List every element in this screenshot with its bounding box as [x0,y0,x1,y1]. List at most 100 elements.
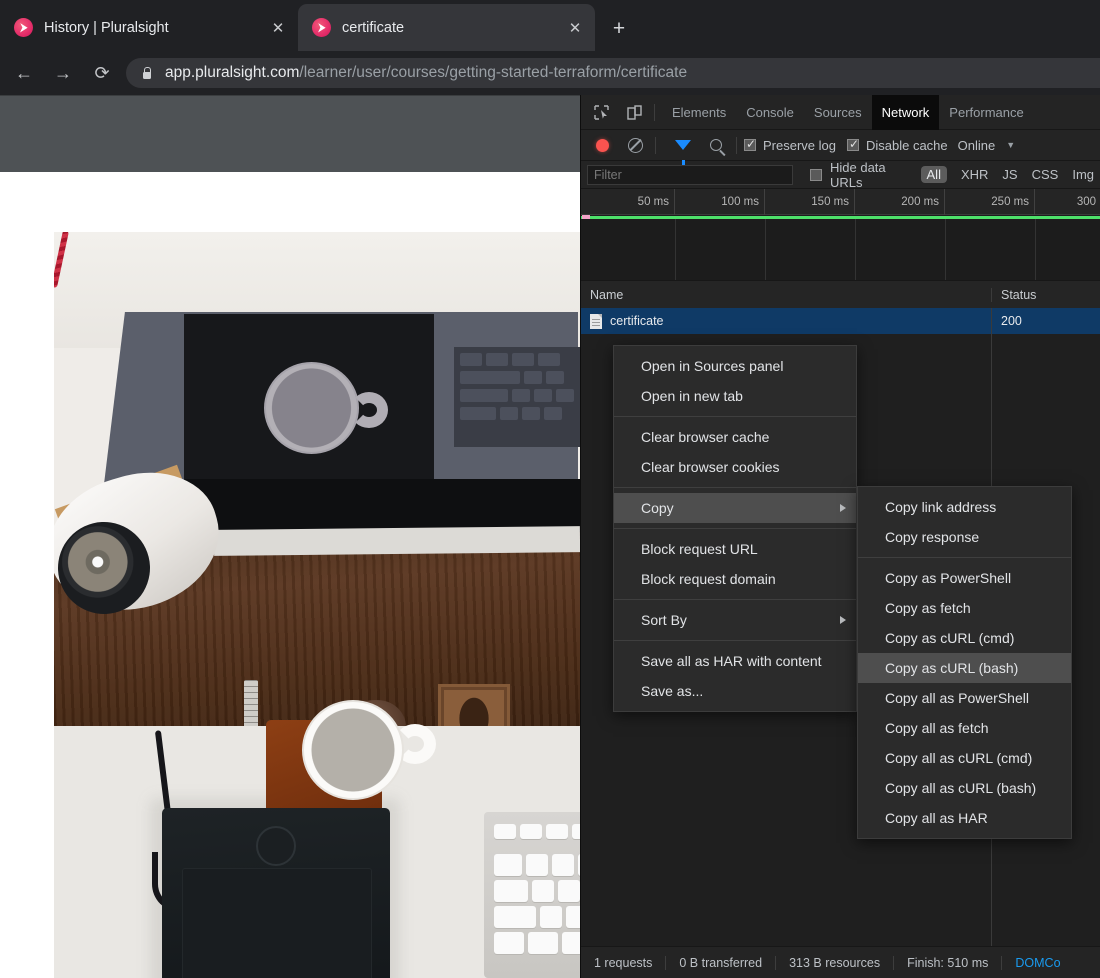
hide-data-urls-label: Hide data URLs [830,159,886,190]
menu-item-clear-browser-cache[interactable]: Clear browser cache [614,422,856,452]
timeline-tick: 200 ms [855,189,945,215]
menu-item-save-all-as-har-with-content[interactable]: Save all as HAR with content [614,646,856,676]
menu-item-block-request-url[interactable]: Block request URL [614,534,856,564]
tab-sources[interactable]: Sources [804,95,872,130]
filter-type-xhr[interactable]: XHR [961,167,988,182]
reload-icon[interactable]: ⟳ [87,58,117,88]
column-header-name[interactable]: Name [581,288,991,302]
address-bar-text: app.pluralsight.com/learner/user/courses… [165,64,687,82]
forward-icon[interactable]: → [48,58,78,88]
menu-item-block-request-domain[interactable]: Block request domain [614,564,856,594]
menu-item-sort-by-label: Sort By [641,612,687,628]
tab-strip: History | Pluralsight ✕ certificate ✕ + [0,0,1100,51]
filter-type-all[interactable]: All [920,166,947,183]
disable-cache-checkbox[interactable] [846,137,859,151]
network-toolbar: Preserve log Disable cache Online ▼ [581,130,1100,165]
tab-performance[interactable]: Performance [939,95,1033,130]
timeline-tick: 250 ms [945,189,1035,215]
menu-item-copy-all-as-curl-bash[interactable]: Copy all as cURL (bash) [858,773,1071,803]
tab-network[interactable]: Network [871,94,940,130]
pluralsight-icon [312,18,331,37]
menu-divider [858,557,1071,558]
menu-item-copy-as-fetch[interactable]: Copy as fetch [858,593,1071,623]
filter-type-css[interactable]: CSS [1032,167,1059,182]
table-row[interactable]: certificate 200 [581,308,1100,334]
omnibar: ← → ⟳ app.pluralsight.com/learner/user/c… [0,51,1100,95]
browser-tab-certificate[interactable]: certificate ✕ [298,4,595,51]
network-overview[interactable]: 50 ms 100 ms 150 ms 200 ms 250 ms 300 [581,189,1100,281]
chevron-right-icon [840,504,846,512]
back-icon[interactable]: ← [9,58,39,88]
menu-divider [614,487,856,488]
lock-icon [141,67,152,80]
menu-item-copy-all-as-fetch[interactable]: Copy all as fetch [858,713,1071,743]
overview-grid [581,219,1100,280]
browser-chrome: History | Pluralsight ✕ certificate ✕ + … [0,0,1100,95]
tab-console[interactable]: Console [736,95,804,130]
requests-count: 1 requests [594,955,653,970]
page-viewport [0,95,580,978]
disable-cache-label: Disable cache [865,137,948,153]
network-status-bar: 1 requests 0 B transferred 313 B resourc… [581,946,1100,978]
timeline-ruler: 50 ms 100 ms 150 ms 200 ms 250 ms 300 [581,189,1100,215]
device-toolbar-icon[interactable] [621,99,647,125]
menu-item-copy[interactable]: Copy [614,493,856,523]
url-domain: app.pluralsight.com [165,64,300,81]
menu-item-open-in-new-tab[interactable]: Open in new tab [614,381,856,411]
tab-title: certificate [342,19,405,36]
network-table-header: Name Status [581,281,1100,309]
certificate-photo [54,232,580,978]
clear-icon[interactable] [622,132,648,158]
menu-item-open-in-sources-panel[interactable]: Open in Sources panel [614,351,856,381]
menu-divider [614,528,856,529]
pluralsight-icon [14,18,33,37]
screenshot-root: History | Pluralsight ✕ certificate ✕ + … [0,0,1100,978]
document-icon [590,313,602,329]
timeline-tick: 150 ms [765,189,855,215]
menu-item-copy-all-as-powershell[interactable]: Copy all as PowerShell [858,683,1071,713]
browser-tab-history[interactable]: History | Pluralsight ✕ [0,4,298,51]
record-icon[interactable] [589,132,615,158]
menu-item-sort-by[interactable]: Sort By [614,605,856,635]
column-header-status[interactable]: Status [991,287,1100,302]
menu-item-copy-as-curl-cmd[interactable]: Copy as cURL (cmd) [858,623,1071,653]
hide-data-urls-checkbox[interactable] [810,168,822,181]
address-bar[interactable]: app.pluralsight.com/learner/user/courses… [126,58,1100,88]
chevron-down-icon[interactable]: ▼ [1006,140,1015,150]
request-status-cell: 200 [991,314,1100,328]
menu-item-copy-link-address[interactable]: Copy link address [858,492,1071,522]
filter-type-img[interactable]: Img [1072,167,1094,182]
url-path: /learner/user/courses/getting-started-te… [299,64,688,81]
tab-elements[interactable]: Elements [662,95,736,130]
menu-item-copy-response[interactable]: Copy response [858,522,1071,552]
menu-item-copy-as-powershell[interactable]: Copy as PowerShell [858,563,1071,593]
network-filter-bar: Filter Hide data URLs All XHR JS CSS Img [581,159,1100,190]
filter-input[interactable]: Filter [587,164,793,185]
filter-funnel-icon[interactable] [670,132,696,165]
site-header-bar [0,95,580,172]
menu-item-copy-all-as-har[interactable]: Copy all as HAR [858,803,1071,833]
filter-type-js[interactable]: JS [1002,167,1017,182]
preserve-log-checkbox[interactable] [744,137,756,151]
menu-item-save-as[interactable]: Save as... [614,676,856,706]
copy-submenu[interactable]: Copy link address Copy response Copy as … [857,486,1072,839]
chevron-right-icon [840,616,846,624]
tab-close-icon[interactable]: ✕ [266,16,290,40]
menu-divider [614,416,856,417]
new-tab-button[interactable]: + [604,14,634,44]
throttling-select[interactable]: Online [958,138,996,153]
menu-item-copy-as-curl-bash[interactable]: Copy as cURL (bash) [858,653,1071,683]
tab-close-icon[interactable]: ✕ [563,16,587,40]
timeline-tick: 100 ms [675,189,765,215]
preserve-log-label: Preserve log [763,137,836,153]
tab-title: History | Pluralsight [44,19,169,36]
request-name: certificate [610,314,664,328]
search-icon[interactable] [703,132,729,158]
request-name-cell[interactable]: certificate [581,313,991,329]
inspect-element-icon[interactable] [588,99,614,125]
menu-item-clear-browser-cookies[interactable]: Clear browser cookies [614,452,856,482]
menu-item-copy-all-as-curl-cmd[interactable]: Copy all as cURL (cmd) [858,743,1071,773]
menu-divider [614,599,856,600]
network-context-menu[interactable]: Open in Sources panel Open in new tab Cl… [613,345,857,712]
menu-item-copy-label: Copy [641,500,674,516]
